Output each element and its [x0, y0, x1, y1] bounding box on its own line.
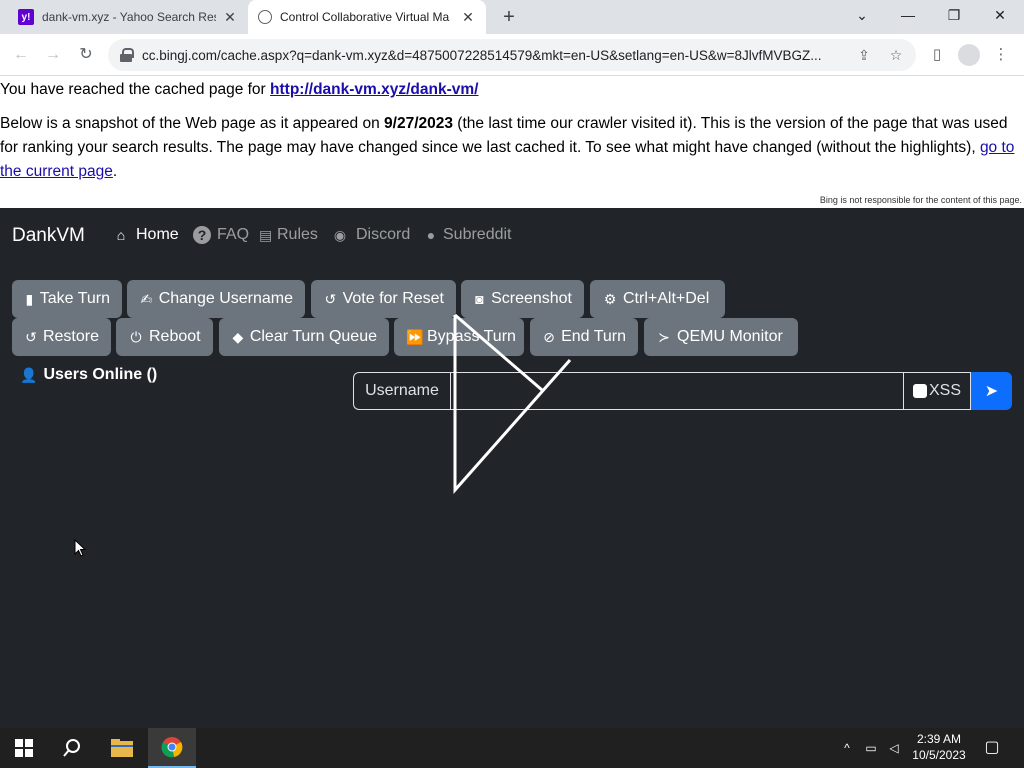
qemu-monitor-button[interactable]: ≻ QEMU Monitor — [644, 318, 798, 356]
screenshot-button[interactable]: ◙ Screenshot — [461, 280, 584, 318]
clock-date: 10/5/2023 — [912, 748, 966, 762]
ban-icon: ⊘ — [543, 328, 555, 345]
forward-button[interactable]: → — [42, 44, 64, 66]
notification-icon[interactable]: ▢ — [982, 738, 1002, 758]
folder-icon — [111, 739, 133, 757]
reload-button[interactable]: ↻ — [75, 44, 97, 66]
cache-date: 9/27/2023 — [384, 115, 453, 132]
system-clock[interactable]: 2:39 AM 10/5/2023 — [906, 731, 972, 763]
file-explorer-button[interactable] — [98, 728, 146, 768]
ctrl-alt-del-button[interactable]: ⚙ Ctrl+Alt+Del — [590, 280, 725, 318]
gear-icon: ⚙ — [603, 290, 617, 307]
vote-for-reset-button[interactable]: ↺ Vote for Reset — [311, 280, 456, 318]
chat-input-group: Username XSS ➤ — [353, 372, 1012, 410]
computer-mouse-icon: ▮ — [25, 290, 34, 307]
dankvm-app: DankVM ⌂ Home ? FAQ ▤ Rules ◉ Discord ● … — [0, 208, 1024, 728]
nav-faq[interactable]: ? FAQ — [193, 226, 249, 244]
search-button[interactable] — [48, 728, 96, 768]
search-icon — [63, 739, 80, 757]
tab-yahoo-search[interactable]: y! dank-vm.xyz - Yahoo Search Resu ✕ — [8, 0, 248, 34]
end-turn-button[interactable]: ⊘ End Turn — [530, 318, 638, 356]
user-icon: 👤 — [20, 366, 38, 383]
cache-header: You have reached the cached page for htt… — [0, 77, 1024, 208]
terminal-icon: ≻ — [658, 328, 670, 345]
menu-icon[interactable]: ⋮ — [990, 44, 1012, 66]
yahoo-icon: y! — [18, 9, 34, 25]
browser-toolbar: ← → ↻ cc.bingj.com/cache.aspx?q=dank-vm.… — [0, 34, 1024, 76]
username-label[interactable]: Username — [353, 372, 450, 410]
close-icon[interactable]: ✕ — [460, 9, 476, 26]
cache-disclaimer: Bing is not responsible for the content … — [819, 195, 1022, 205]
back-button[interactable]: ← — [10, 44, 32, 66]
clear-turn-queue-button[interactable]: ◆ Clear Turn Queue — [219, 318, 389, 356]
side-panel-icon[interactable]: ▯ — [926, 44, 948, 66]
close-icon[interactable]: ✕ — [222, 9, 238, 26]
network-icon[interactable]: ▭ — [861, 738, 881, 758]
xss-toggle[interactable]: XSS — [904, 372, 971, 410]
change-username-button[interactable]: ✍ Change Username — [127, 280, 305, 318]
restore-button[interactable]: ↺ Restore — [12, 318, 111, 356]
mouse-cursor-icon — [74, 539, 86, 557]
clock-time: 2:39 AM — [916, 732, 962, 746]
url-text: cc.bingj.com/cache.aspx?q=dank-vm.xyz&d=… — [142, 47, 822, 63]
xss-checkbox[interactable] — [912, 384, 927, 398]
reddit-icon: ● — [426, 227, 436, 243]
home-icon: ⌂ — [116, 227, 126, 243]
close-window-button[interactable]: ✕ — [978, 0, 1022, 30]
bypass-turn-button[interactable]: ⏩ Bypass Turn — [394, 318, 524, 356]
reboot-button[interactable]: ⏻ Reboot — [116, 318, 213, 356]
minimize-button[interactable]: — — [886, 0, 930, 30]
users-online-heading: 👤 Users Online () — [20, 366, 158, 383]
globe-icon — [258, 10, 272, 24]
browser-tab-strip: y! dank-vm.xyz - Yahoo Search Resu ✕ Con… — [0, 0, 1024, 34]
nav-rules[interactable]: ▤ Rules — [259, 226, 318, 244]
chevron-up-icon[interactable]: ^ — [837, 738, 857, 758]
brand-logo[interactable]: DankVM — [12, 225, 85, 247]
chat-message-input[interactable] — [450, 372, 904, 410]
signature-icon: ✍ — [140, 290, 153, 307]
lock-icon — [120, 48, 134, 62]
chrome-taskbar-button[interactable] — [148, 728, 196, 768]
take-turn-button[interactable]: ▮ Take Turn — [12, 280, 122, 318]
rotate-left-icon: ↺ — [25, 328, 37, 345]
start-button[interactable] — [0, 728, 48, 768]
cache-intro: You have reached the cached page for htt… — [0, 81, 479, 98]
tab-title: Control Collaborative Virtual Ma — [280, 10, 450, 24]
discord-icon: ◉ — [333, 227, 347, 243]
rotate-left-icon: ↺ — [324, 290, 337, 307]
power-icon: ⏻ — [130, 328, 142, 345]
address-bar[interactable]: cc.bingj.com/cache.aspx?q=dank-vm.xyz&d=… — [108, 39, 916, 71]
clipboard-icon: ▤ — [259, 227, 273, 243]
question-icon: ? — [193, 226, 211, 244]
send-button[interactable]: ➤ — [971, 372, 1012, 410]
forward-icon: ⏩ — [406, 328, 424, 345]
nav-discord[interactable]: ◉ Discord — [330, 226, 410, 244]
restore-button[interactable]: ❐ — [932, 0, 976, 30]
windows-taskbar: ^ ▭ ◁ 2:39 AM 10/5/2023 ▢ — [0, 728, 1024, 768]
profile-avatar[interactable] — [958, 44, 980, 66]
cache-description: Below is a snapshot of the Web page as i… — [0, 115, 1015, 180]
volume-muted-icon[interactable]: ◁ — [884, 738, 904, 758]
tab-search-icon[interactable]: ⌄ — [840, 0, 884, 30]
chrome-icon — [161, 737, 183, 758]
tab-title: dank-vm.xyz - Yahoo Search Resu — [42, 10, 216, 24]
paper-plane-icon: ➤ — [984, 383, 999, 400]
share-icon[interactable]: ⇪ — [852, 47, 876, 64]
cached-url-link[interactable]: http://dank-vm.xyz/dank-vm/ — [270, 81, 478, 98]
camera-icon: ◙ — [475, 291, 484, 307]
bookmark-star-icon[interactable]: ☆ — [884, 47, 908, 64]
eraser-icon: ◆ — [232, 328, 244, 345]
tab-control-collaborative[interactable]: Control Collaborative Virtual Ma ✕ — [248, 0, 486, 34]
nav-subreddit[interactable]: ● Subreddit — [423, 226, 512, 244]
windows-logo-icon — [15, 739, 33, 757]
nav-home[interactable]: ⌂ Home — [112, 226, 179, 244]
new-tab-button[interactable]: + — [498, 6, 520, 28]
